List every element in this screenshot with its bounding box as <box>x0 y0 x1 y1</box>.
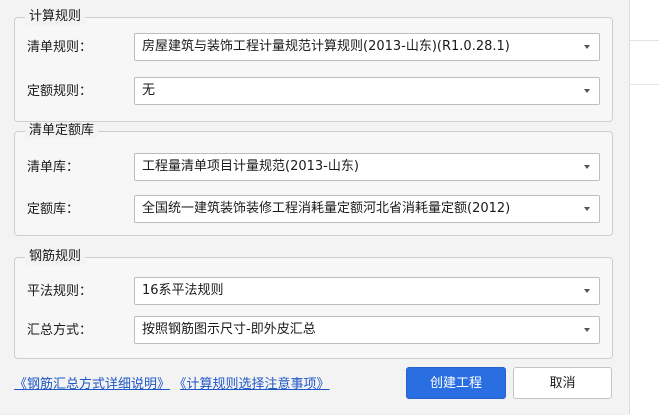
group-title-rebar-rules: 钢筋规则 <box>25 249 86 265</box>
background-header <box>629 0 659 41</box>
bill-rule-value: 房屋建筑与装饰工程计量规范计算规则(2013-山东)(R1.0.28.1) <box>142 39 510 54</box>
cancel-button[interactable]: 取消 <box>513 367 612 399</box>
flat-rule-label: 平法规则： <box>27 284 93 299</box>
chevron-down-icon <box>584 207 590 211</box>
group-quota-library: 清单定额库 清单库： 工程量清单项目计量规范(2013-山东) 定额库： 全国统… <box>14 123 613 236</box>
rebar-summary-help-link[interactable]: 《钢筋汇总方式详细说明》 <box>14 377 170 392</box>
bill-library-select[interactable]: 工程量清单项目计量规范(2013-山东) <box>134 153 600 181</box>
row-summary-method: 汇总方式： 按照钢筋图示尺寸-即外皮汇总 <box>15 316 612 346</box>
group-title-quota-library: 清单定额库 <box>25 123 99 139</box>
bill-library-label: 清单库： <box>27 160 80 175</box>
quota-library-value: 全国统一建筑装饰装修工程消耗量定额河北省消耗量定额(2012) <box>142 201 511 216</box>
group-rebar-rules: 钢筋规则 平法规则： 16系平法规则 汇总方式： 按照钢筋图示尺寸-即外皮汇总 <box>14 249 613 359</box>
row-bill-library: 清单库： 工程量清单项目计量规范(2013-山东) <box>15 153 612 183</box>
chevron-down-icon <box>584 89 590 93</box>
create-project-button[interactable]: 创建工程 <box>406 367 506 399</box>
quota-rule-value: 无 <box>142 83 156 98</box>
row-quota-library: 定额库： 全国统一建筑装饰装修工程消耗量定额河北省消耗量定额(2012) <box>15 195 612 225</box>
summary-method-value: 按照钢筋图示尺寸-即外皮汇总 <box>142 322 316 337</box>
summary-method-select[interactable]: 按照钢筋图示尺寸-即外皮汇总 <box>134 316 600 344</box>
new-project-dialog: 计算规则 清单规则： 房屋建筑与装饰工程计量规范计算规则(2013-山东)(R1… <box>0 0 630 414</box>
row-flat-rule: 平法规则： 16系平法规则 <box>15 277 612 307</box>
row-quota-rule: 定额规则： 无 <box>15 77 612 107</box>
help-links: 《钢筋汇总方式详细说明》 《计算规则选择注意事项》 <box>14 373 340 392</box>
group-title-calc-rules: 计算规则 <box>25 9 86 25</box>
flat-rule-select[interactable]: 16系平法规则 <box>134 277 600 305</box>
calc-rule-notes-link[interactable]: 《计算规则选择注意事项》 <box>180 377 330 392</box>
row-bill-rule: 清单规则： 房屋建筑与装饰工程计量规范计算规则(2013-山东)(R1.0.28… <box>15 33 612 63</box>
flat-rule-value: 16系平法规则 <box>142 283 224 298</box>
chevron-down-icon <box>584 289 590 293</box>
bill-library-value: 工程量清单项目计量规范(2013-山东) <box>142 159 359 174</box>
background-panel <box>629 0 659 415</box>
quota-rule-label: 定额规则： <box>27 84 93 99</box>
bill-rule-label: 清单规则： <box>27 40 93 55</box>
chevron-down-icon <box>584 165 590 169</box>
background-content <box>629 84 659 415</box>
quota-library-select[interactable]: 全国统一建筑装饰装修工程消耗量定额河北省消耗量定额(2012) <box>134 195 600 223</box>
chevron-down-icon <box>584 328 590 332</box>
quota-rule-select[interactable]: 无 <box>134 77 600 105</box>
quota-library-label: 定额库： <box>27 202 80 217</box>
bill-rule-select[interactable]: 房屋建筑与装饰工程计量规范计算规则(2013-山东)(R1.0.28.1) <box>134 33 600 61</box>
summary-method-label: 汇总方式： <box>27 323 93 338</box>
chevron-down-icon <box>584 45 590 49</box>
group-calc-rules: 计算规则 清单规则： 房屋建筑与装饰工程计量规范计算规则(2013-山东)(R1… <box>14 9 613 122</box>
